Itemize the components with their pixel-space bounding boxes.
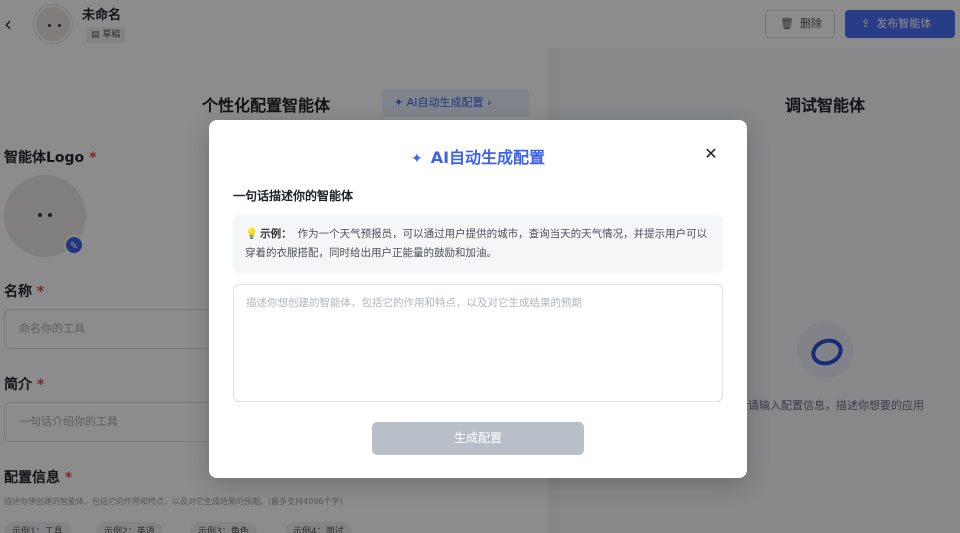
agent-description-input[interactable]: [233, 284, 723, 402]
generate-config-button[interactable]: 生成配置: [372, 422, 584, 455]
lightbulb-icon: 💡: [245, 228, 259, 240]
example-label: 示例：: [260, 228, 292, 240]
dialog-title: ✦ AI自动生成配置: [209, 144, 747, 168]
example-text: 作为一个天气预报员，可以通过用户提供的城市，查询当天的天气情况，并提示用户可以穿…: [245, 228, 708, 259]
close-icon[interactable]: ✕: [703, 146, 719, 162]
dialog-title-text: AI自动生成配置: [430, 148, 546, 167]
ai-config-dialog: ✦ AI自动生成配置 ✕ 一句话描述你的智能体 💡 示例： 作为一个天气预报员，可以通…: [209, 120, 747, 478]
dialog-subtitle: 一句话描述你的智能体: [233, 189, 354, 203]
sparkle-icon: ✦: [410, 151, 423, 167]
example-box: 💡 示例： 作为一个天气预报员，可以通过用户提供的城市，查询当天的天气情况，并提示用…: [233, 215, 723, 273]
